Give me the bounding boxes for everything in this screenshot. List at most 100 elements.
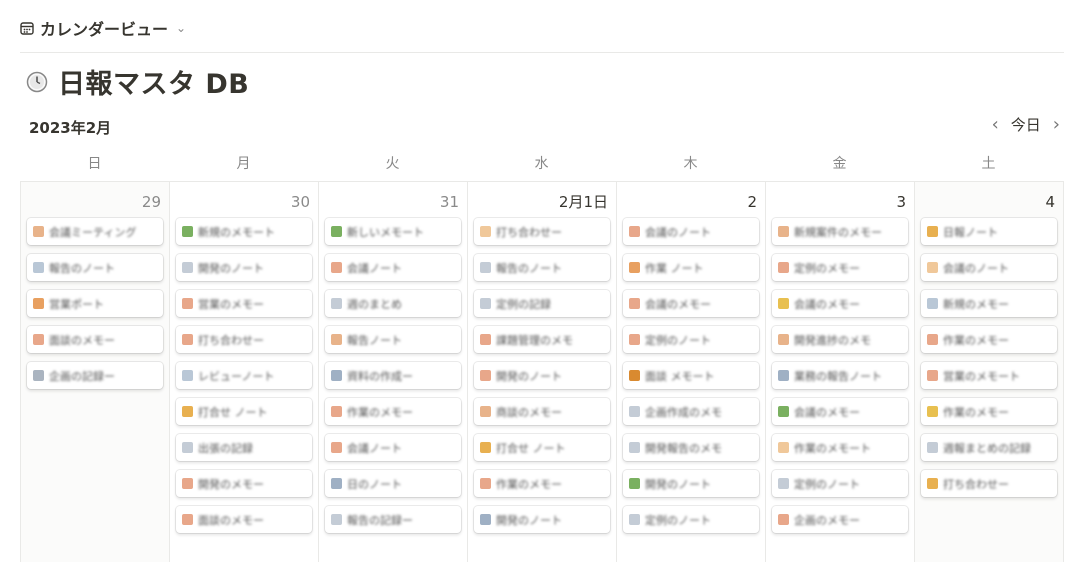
card-title: 新しいメモート: [347, 225, 424, 239]
page-icon: [331, 370, 342, 381]
view-switcher[interactable]: カレンダービュー ⌄: [20, 12, 186, 44]
calendar-card[interactable]: 開発報告のメモ: [623, 434, 759, 461]
calendar-card[interactable]: 打ち合わせー: [921, 470, 1057, 497]
page-icon: [629, 514, 640, 525]
card-title: 打ち合わせー: [496, 225, 562, 239]
calendar-card[interactable]: 打合せ ノート: [176, 398, 312, 425]
calendar-card[interactable]: 課題管理のメモ: [474, 326, 610, 353]
calendar-card[interactable]: 資料の作成ー: [325, 362, 461, 389]
calendar-card[interactable]: 開発のノート: [474, 506, 610, 533]
card-title: 作業のメモー: [496, 477, 562, 491]
calendar-card[interactable]: 新規のメモー: [921, 290, 1057, 317]
calendar-card[interactable]: 企画のメモー: [772, 506, 908, 533]
calendar-card[interactable]: 業務の報告ノート: [772, 362, 908, 389]
page-icon: [182, 514, 193, 525]
page-icon: [629, 298, 640, 309]
day-cell[interactable]: 4 日報ノート 会議のノート 新規のメモー 作業のメモー 営業のメモート 作業のメモー 週報ま…: [915, 182, 1064, 562]
calendar-card[interactable]: 週のまとめ: [325, 290, 461, 317]
calendar-card[interactable]: 商談のメモー: [474, 398, 610, 425]
calendar-card[interactable]: 作業 ノート: [623, 254, 759, 281]
calendar-card[interactable]: 新規案件のメモー: [772, 218, 908, 245]
calendar-card[interactable]: 企画作成のメモ: [623, 398, 759, 425]
day-cell[interactable]: 2 会議のノート 作業 ノート 会議のメモー 定例のノート 面談 メモート 企画作成のメモ開…: [617, 182, 766, 562]
day-cell[interactable]: 31 新しいメモート 会議ノート 週のまとめ 報告ノート 資料の作成ー 作業のメモー 会議ノー…: [319, 182, 468, 562]
page-icon: [182, 406, 193, 417]
calendar-card[interactable]: 打ち合わせー: [474, 218, 610, 245]
card-title: 報告の記録ー: [347, 513, 413, 527]
calendar-card[interactable]: 新規のメモート: [176, 218, 312, 245]
calendar-card[interactable]: 面談 メモート: [623, 362, 759, 389]
day-cell[interactable]: 3 新規案件のメモー 定例のメモー 会議のメモー 開発進捗のメモ 業務の報告ノート 会議のメ…: [766, 182, 915, 562]
calendar-card[interactable]: 開発のノート: [623, 470, 759, 497]
calendar-card[interactable]: 開発のノート: [176, 254, 312, 281]
calendar-card[interactable]: 週報まとめの記録: [921, 434, 1057, 461]
calendar-card[interactable]: 定例の記録: [474, 290, 610, 317]
calendar-card[interactable]: 新しいメモート: [325, 218, 461, 245]
calendar-card[interactable]: 作業のメモート: [772, 434, 908, 461]
calendar-card[interactable]: 開発のメモー: [176, 470, 312, 497]
page-icon: [182, 442, 193, 453]
weekday-label: 木: [683, 156, 698, 172]
calendar-card[interactable]: 定例のメモー: [772, 254, 908, 281]
card-title: 面談のメモー: [198, 513, 264, 527]
calendar-card[interactable]: 営業のメモート: [921, 362, 1057, 389]
calendar-card[interactable]: 報告のノート: [27, 254, 163, 281]
card-title: 作業のメモー: [943, 405, 1009, 419]
calendar-card[interactable]: 報告のノート: [474, 254, 610, 281]
calendar-card[interactable]: 報告の記録ー: [325, 506, 461, 533]
calendar-card[interactable]: 日のノート: [325, 470, 461, 497]
card-title: 営業のメモート: [943, 369, 1020, 383]
calendar-card[interactable]: 会議のメモー: [623, 290, 759, 317]
calendar-card[interactable]: 日報ノート: [921, 218, 1057, 245]
page-icon: [331, 226, 342, 237]
calendar-card[interactable]: 出張の記録: [176, 434, 312, 461]
calendar-card[interactable]: 営業のメモー: [176, 290, 312, 317]
calendar-card[interactable]: 作業のメモー: [921, 326, 1057, 353]
card-title: 作業のメモー: [943, 333, 1009, 347]
page-title-text: 日報マスタ DB: [58, 69, 250, 100]
calendar-card[interactable]: 会議のノート: [623, 218, 759, 245]
page-icon: [480, 406, 491, 417]
calendar-card[interactable]: 作業のメモー: [325, 398, 461, 425]
calendar-card[interactable]: 会議のメモー: [772, 290, 908, 317]
calendar-card[interactable]: 面談のメモー: [176, 506, 312, 533]
calendar-card[interactable]: レビューノート: [176, 362, 312, 389]
calendar-card[interactable]: 定例のノート: [623, 326, 759, 353]
page-icon: [480, 226, 491, 237]
chevron-left-icon[interactable]: ‹: [992, 114, 999, 135]
calendar-card[interactable]: 打合せ ノート: [474, 434, 610, 461]
day-cell[interactable]: 2月1日 打ち合わせー 報告のノート 定例の記録 課題管理のメモ 開発のノート 商談のメモー…: [468, 182, 617, 562]
card-title: 打合せ ノート: [496, 441, 566, 455]
page-icon: [927, 226, 938, 237]
calendar-card[interactable]: 面談のメモー: [27, 326, 163, 353]
calendar-card[interactable]: 営業ポート: [27, 290, 163, 317]
chevron-right-icon[interactable]: ›: [1053, 114, 1060, 135]
calendar-card[interactable]: 会議ノート: [325, 434, 461, 461]
calendar-card[interactable]: 打ち合わせー: [176, 326, 312, 353]
card-title: 企画作成のメモ: [645, 405, 722, 419]
calendar-card[interactable]: 定例のノート: [623, 506, 759, 533]
day-cell[interactable]: 29 会議ミーティング 報告のノート 営業ポート面談のメモー 企画の記録ー: [21, 182, 170, 562]
card-title: 打ち合わせー: [943, 477, 1009, 491]
calendar-card[interactable]: 作業のメモー: [474, 470, 610, 497]
day-number: 29: [141, 193, 161, 211]
calendar-card[interactable]: 会議ミーティング: [27, 218, 163, 245]
page-icon: [182, 262, 193, 273]
calendar-card[interactable]: 企画の記録ー: [27, 362, 163, 389]
calendar-card[interactable]: 会議のノート: [921, 254, 1057, 281]
card-title: 開発のノート: [496, 369, 562, 383]
calendar-card[interactable]: 報告ノート: [325, 326, 461, 353]
weekday-label: 金: [832, 156, 847, 172]
calendar-card[interactable]: 作業のメモー: [921, 398, 1057, 425]
calendar-card[interactable]: 会議ノート: [325, 254, 461, 281]
card-title: レビューノート: [198, 369, 275, 383]
calendar-card[interactable]: 開発進捗のメモ: [772, 326, 908, 353]
calendar-card[interactable]: 定例のノート: [772, 470, 908, 497]
page-icon: [480, 298, 491, 309]
today-button[interactable]: 今日: [1011, 114, 1041, 135]
page-icon: [480, 514, 491, 525]
day-cell[interactable]: 30 新規のメモート 開発のノート 営業のメモー 打ち合わせー レビューノート 打合せ ノー…: [170, 182, 319, 562]
weekday-label: 火: [385, 156, 400, 172]
calendar-card[interactable]: 開発のノート: [474, 362, 610, 389]
calendar-card[interactable]: 会議のメモー: [772, 398, 908, 425]
